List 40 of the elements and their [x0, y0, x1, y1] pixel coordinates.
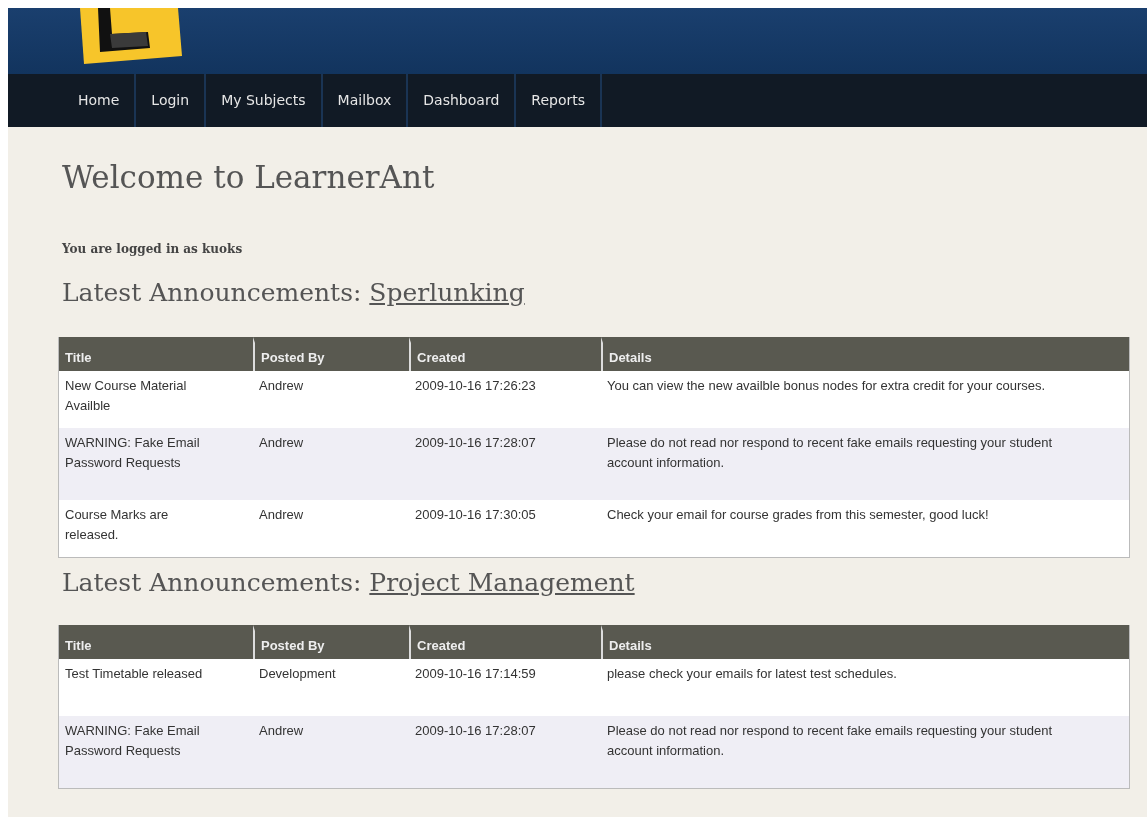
column-header: Title — [59, 337, 253, 371]
table-cell-text: Andrew — [258, 722, 305, 740]
table-cell-text: WARNING: Fake Email Password Requests — [64, 434, 201, 472]
column-header: Details — [601, 337, 1129, 371]
subject-link[interactable]: Project Management — [369, 568, 635, 597]
table-cell-text: 2009-10-16 17:30:05 — [414, 506, 537, 524]
column-header: Created — [409, 625, 601, 659]
table-cell-text: Please do not read nor respond to recent fake emails requesting your student account information. — [606, 434, 1054, 472]
page-title: Welcome to LearnerAnt — [62, 159, 436, 195]
heading-text: Latest Announcements: — [62, 278, 363, 307]
nav-link[interactable]: Home — [63, 74, 137, 127]
table-cell-text: 2009-10-16 17:28:07 — [414, 434, 537, 452]
table-cell-text: Test Timetable released — [64, 665, 204, 683]
column-header: Details — [601, 625, 1129, 659]
table-cell-text: You can view the new availble bonus nodes for extra credit for your courses. — [606, 377, 1047, 395]
column-header: Posted By — [253, 337, 409, 371]
table-cell-text: Course Marks are released. — [64, 506, 170, 544]
table-cell-text: Please do not read nor respond to recent fake emails requesting your student account information. — [606, 722, 1054, 760]
table-cell-text: Andrew — [258, 377, 305, 395]
subject-link[interactable]: Sperlunking — [369, 278, 525, 307]
table-cell-text: WARNING: Fake Email Password Requests — [64, 722, 201, 760]
table-cell-text: Development — [258, 665, 337, 683]
table-cell-text: 2009-10-16 17:26:23 — [414, 377, 537, 395]
table-cell-text: please check your emails for latest test schedules. — [606, 665, 898, 683]
nav-link[interactable]: Mailbox — [322, 74, 409, 127]
table-cell-text: Andrew — [258, 506, 305, 524]
table-cell-text: 2009-10-16 17:28:07 — [414, 722, 537, 740]
nav-link[interactable]: Login — [136, 74, 207, 127]
column-header: Title — [59, 625, 253, 659]
table-cell-text: New Course Material Availble — [64, 377, 188, 415]
column-header: Posted By — [253, 625, 409, 659]
heading-text: Latest Announcements: — [62, 568, 363, 597]
login-status: You are logged in as kuoks — [62, 242, 244, 256]
table-cell-text: Andrew — [258, 434, 305, 452]
nav-link[interactable]: Reports — [516, 74, 602, 127]
nav-link[interactable]: Dashboard — [408, 74, 517, 127]
table-cell-text: 2009-10-16 17:14:59 — [414, 665, 537, 683]
column-header: Created — [409, 337, 601, 371]
table-cell-text: Check your email for course grades from this semester, good luck! — [606, 506, 990, 524]
nav-link[interactable]: My Subjects — [206, 74, 323, 127]
